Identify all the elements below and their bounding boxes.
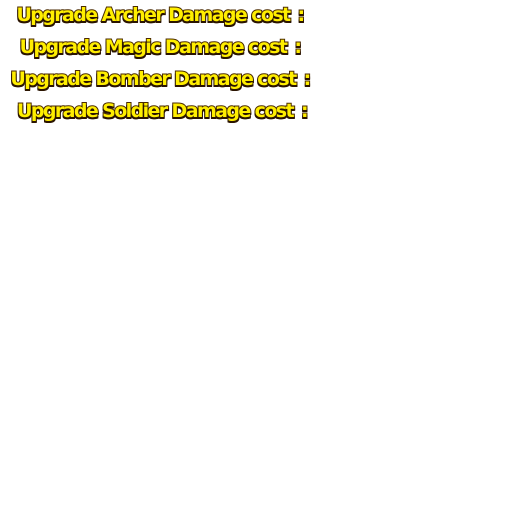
upgrade-bomber-damage-cost-label: Upgrade Bomber Damage cost: [0,64,320,94]
upgrade-bomber-damage-cost-text: Upgrade Bomber Damage cost [9,67,298,91]
upgrade-magic-damage-cost-label: Upgrade Magic Damage cost: [0,32,320,62]
upgrade-archer-damage-cost-text: Upgrade Archer Damage cost [15,3,292,27]
upgrade-archer-damage-cost-label: Upgrade Archer Damage cost: [0,0,320,30]
upgrade-cost-labels-canvas: Upgrade Archer Damage cost: Upgrade Magi… [0,0,512,512]
upgrade-bomber-damage-cost-colon: : [303,67,313,91]
upgrade-soldier-damage-cost-colon: : [300,99,310,123]
upgrade-soldier-damage-cost-text: Upgrade Soldier Damage cost [16,99,296,123]
upgrade-archer-damage-cost-colon: : [297,3,307,27]
upgrade-magic-damage-cost-colon: : [293,35,303,59]
upgrade-magic-damage-cost-text: Upgrade Magic Damage cost [19,35,289,59]
upgrade-soldier-damage-cost-label: Upgrade Soldier Damage cost: [2,96,322,126]
